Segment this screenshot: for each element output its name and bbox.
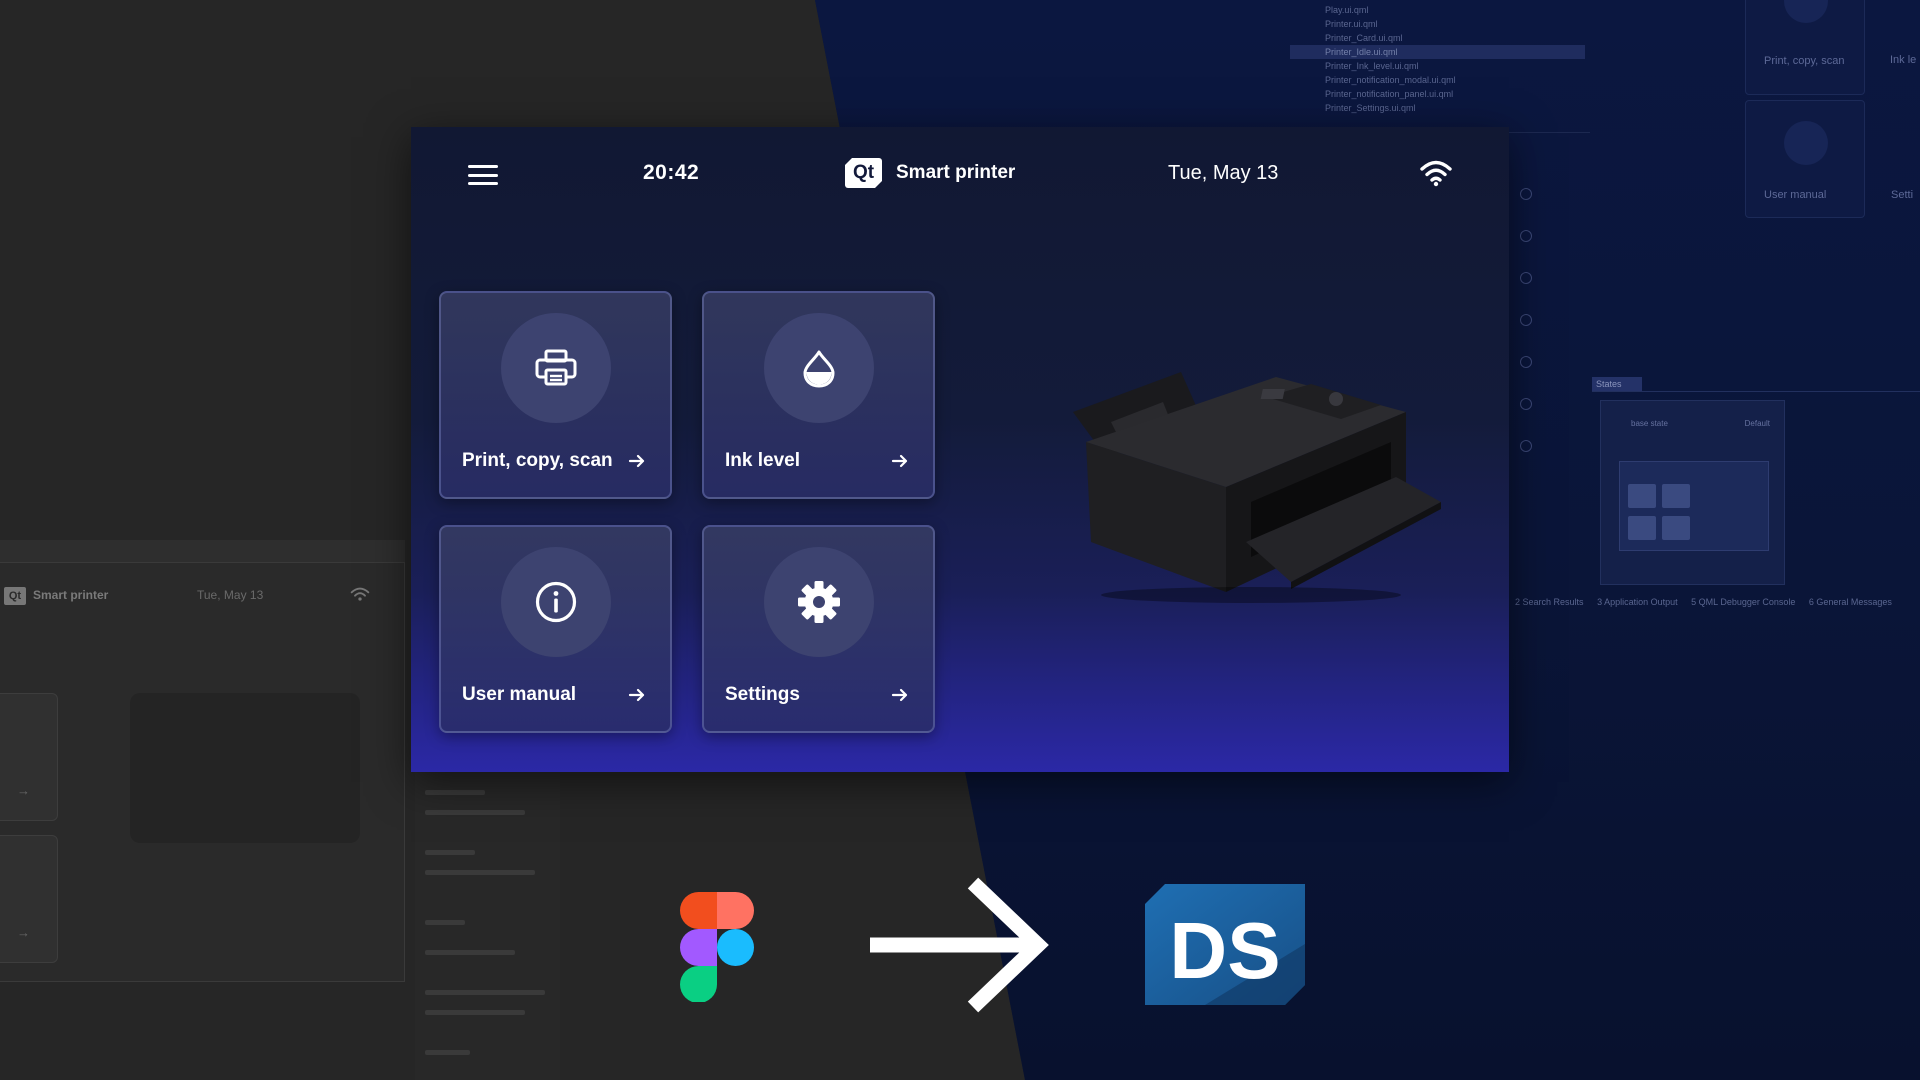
card-label: Settings xyxy=(725,684,800,705)
left-ghost-card: → xyxy=(0,693,58,821)
states-base-label: base state xyxy=(1631,419,1668,428)
card-ink-level[interactable]: Ink level xyxy=(702,291,935,499)
state-thumbnail xyxy=(1619,461,1769,551)
file-tree-item: Printer_notification_panel.ui.qml xyxy=(1325,89,1454,99)
file-tree-item: Printer_Ink_level.ui.qml xyxy=(1325,61,1419,71)
card-icon-circle xyxy=(501,313,611,423)
figma-logo xyxy=(680,892,754,1002)
left-editor-toolbar xyxy=(0,540,405,562)
date: Tue, May 13 xyxy=(1168,162,1279,184)
menu-line xyxy=(468,165,498,168)
card-settings[interactable]: Settings xyxy=(702,525,935,733)
output-tab: 5 QML Debugger Console xyxy=(1691,597,1796,607)
arrow-right-icon xyxy=(628,688,645,702)
card-icon-circle xyxy=(764,547,874,657)
component-icon xyxy=(1520,314,1532,326)
thumb-card xyxy=(1628,484,1656,508)
ghost-card-print: Print, copy, scan xyxy=(1745,0,1865,95)
left-preview-title: Smart printer xyxy=(33,588,109,602)
file-tree-item: Printer.ui.qml xyxy=(1325,19,1378,29)
component-icon xyxy=(1520,230,1532,242)
ghost-card-manual: User manual xyxy=(1745,100,1865,218)
arrow-right-icon: → xyxy=(17,925,30,940)
arrow-right-icon xyxy=(891,454,908,468)
property-row xyxy=(425,810,525,815)
left-printer-silhouette xyxy=(130,693,360,843)
property-row xyxy=(425,950,515,955)
file-tree: Play.ui.qml Printer.ui.qml Printer_Card.… xyxy=(1290,0,1590,130)
menu-line xyxy=(468,182,498,185)
output-tabs: 2 Search Results 3 Application Output 5 … xyxy=(1515,597,1920,611)
output-tab: 6 General Messages xyxy=(1808,597,1892,607)
arrow-right-icon xyxy=(891,688,908,702)
arrow-right-icon xyxy=(870,877,1049,1013)
output-tab: 2 Search Results xyxy=(1515,597,1584,607)
ghost-card-label: Print, copy, scan xyxy=(1764,55,1845,67)
qt-design-studio-logo: DS xyxy=(1145,884,1305,1005)
info-icon xyxy=(535,581,577,623)
printer-device-screen: 20:42 Qt Smart printer Tue, May 13 Print… xyxy=(411,127,1509,772)
ghost-info-icon xyxy=(1784,121,1828,165)
property-row xyxy=(425,990,545,995)
states-panel: base state Default xyxy=(1600,400,1785,585)
gear-icon xyxy=(798,581,840,623)
card-print-copy-scan[interactable]: Print, copy, scan xyxy=(439,291,672,499)
thumb-card xyxy=(1628,516,1656,540)
component-icon xyxy=(1520,356,1532,368)
file-tree-item: Printer_Card.ui.qml xyxy=(1325,33,1403,43)
property-row xyxy=(425,920,465,925)
left-qt-logo: Qt xyxy=(4,587,26,605)
clock: 20:42 xyxy=(643,161,700,184)
arrow-right-icon xyxy=(628,454,645,468)
card-icon-circle xyxy=(501,547,611,657)
wifi-icon[interactable] xyxy=(1419,159,1453,187)
left-ghost-card: → xyxy=(0,835,58,963)
ghost-printer-icon xyxy=(1784,0,1828,23)
component-icon xyxy=(1520,440,1532,452)
property-row xyxy=(425,1050,470,1055)
property-row xyxy=(425,1010,525,1015)
card-label: User manual xyxy=(462,684,577,705)
card-label: Ink level xyxy=(725,450,800,471)
file-tree-item: Printer_notification_modal.ui.qml xyxy=(1325,75,1456,85)
hamburger-menu-button[interactable] xyxy=(466,161,500,189)
left-editor-preview: Qt Smart printer Tue, May 13 → → xyxy=(0,562,405,982)
left-wifi-icon xyxy=(350,587,370,601)
thumb-card xyxy=(1662,484,1690,508)
ink-drop-icon xyxy=(803,350,835,388)
component-icon xyxy=(1520,272,1532,284)
file-tree-item: Printer_Settings.ui.qml xyxy=(1325,103,1416,113)
brand: Qt Smart printer xyxy=(845,157,1015,189)
left-preview-topbar: Qt Smart printer Tue, May 13 xyxy=(0,563,404,623)
file-tree-item-selected: Printer_Idle.ui.qml xyxy=(1290,45,1585,59)
ghost-card-label: Setti xyxy=(1891,189,1914,201)
card-icon-circle xyxy=(764,313,874,423)
property-row xyxy=(425,870,535,875)
card-user-manual[interactable]: User manual xyxy=(439,525,672,733)
states-default-label: Default xyxy=(1744,419,1770,428)
arrow-right-icon: → xyxy=(17,783,30,798)
states-divider xyxy=(1592,391,1920,392)
property-row xyxy=(425,790,485,795)
card-label: Print, copy, scan xyxy=(462,450,613,471)
left-properties-panel xyxy=(415,770,560,1080)
printer-icon xyxy=(535,349,577,386)
file-tree-item: Play.ui.qml xyxy=(1325,5,1369,15)
left-preview-date: Tue, May 13 xyxy=(197,588,264,602)
app-title: Smart printer xyxy=(896,162,1016,183)
component-icon-column xyxy=(1505,180,1550,480)
qt-logo: Qt xyxy=(845,158,882,188)
output-tab: 3 Application Output xyxy=(1597,597,1678,607)
menu-line xyxy=(468,173,498,177)
component-icon xyxy=(1520,398,1532,410)
states-tab: States xyxy=(1592,377,1642,391)
ds-logo-text: DS xyxy=(1169,906,1280,995)
component-icon xyxy=(1520,188,1532,200)
printer-illustration xyxy=(1073,372,1441,603)
ghost-card-label: Ink le xyxy=(1890,54,1917,66)
property-row xyxy=(425,850,475,855)
thumb-card xyxy=(1662,516,1690,540)
ghost-card-label: User manual xyxy=(1764,189,1827,201)
